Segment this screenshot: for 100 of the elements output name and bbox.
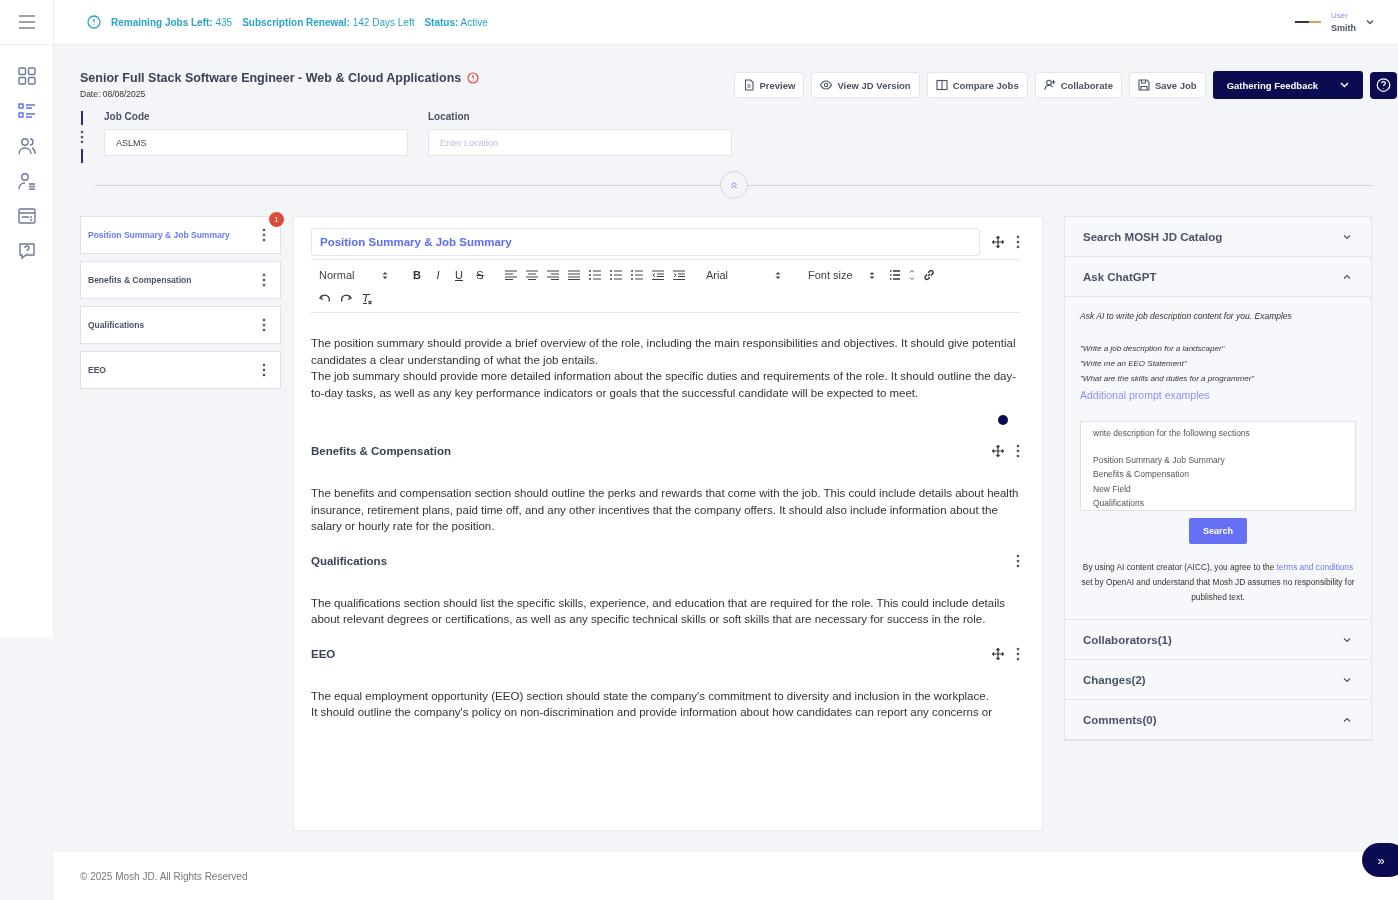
- align-icon[interactable]: [568, 270, 580, 280]
- indent-icon[interactable]: [673, 270, 685, 280]
- format-select[interactable]: Normal: [319, 269, 381, 281]
- users-icon[interactable]: [17, 137, 36, 155]
- document-icon: [742, 79, 755, 91]
- action-button[interactable]: Collaborate: [1034, 72, 1122, 98]
- undo-icon[interactable]: [319, 294, 331, 304]
- section-title: Qualifications: [311, 554, 389, 567]
- columns-icon: [935, 79, 948, 91]
- more-icon[interactable]: [262, 318, 266, 332]
- status-text: Status: Active: [424, 16, 488, 28]
- chevron-down-icon: [1343, 636, 1351, 643]
- double-chevron-up-icon: [730, 181, 738, 189]
- more-icon[interactable]: [262, 363, 266, 377]
- section-text: The position summary should provide a brief overview of the role, including the main responsibilities and objectives. It should give potential candidates a clear understanding of what the job entails.: [311, 336, 1017, 368]
- field-label: Location: [428, 111, 471, 122]
- move-icon[interactable]: [992, 236, 1004, 248]
- user-plus-icon: [1043, 79, 1056, 91]
- list-icon[interactable]: [610, 270, 622, 280]
- disclaimer-text: By using AI content creator (AICC), you agree to the terms and conditions set by OpenAI and understand that Mosh JD assumes no responsibility for published text.: [1080, 561, 1356, 604]
- indent-icon[interactable]: [652, 270, 664, 280]
- expand-button[interactable]: »: [1362, 843, 1398, 877]
- move-icon[interactable]: [992, 445, 1004, 457]
- align-icon[interactable]: [526, 270, 538, 280]
- section-title: Position Summary & Job Summary: [311, 228, 980, 256]
- list-icon[interactable]: [589, 270, 601, 280]
- format-mark-button[interactable]: S: [474, 269, 486, 281]
- status-dot: [998, 415, 1008, 425]
- align-icon[interactable]: [505, 270, 517, 280]
- help-button[interactable]: [1370, 71, 1397, 99]
- copyright-text: © 2025 Mosh JD. All Rights Reserved: [80, 870, 248, 882]
- select-arrows-icon[interactable]: [382, 270, 388, 280]
- section-list-item[interactable]: Qualifications: [80, 306, 281, 344]
- input-field[interactable]: ASLMS: [104, 129, 408, 156]
- action-button[interactable]: Compare Jobs: [926, 72, 1028, 98]
- status-text: Subscription Renewal: 142 Days Left: [242, 16, 415, 28]
- format-mark-button[interactable]: U: [453, 269, 465, 281]
- section-text: The job summary should provide more detailed information about the specific duties and requirements of the role. It should outline the day-to-day tasks, as well as any key performance indicators or goals that the successful candidate will be expected to meet.: [311, 369, 1018, 401]
- more-icon[interactable]: [1016, 553, 1020, 568]
- info-icon: [87, 15, 101, 29]
- redo-icon[interactable]: [340, 294, 352, 304]
- terms-link[interactable]: terms and conditions: [1276, 562, 1354, 572]
- section-title: Benefits & Compensation: [311, 445, 452, 457]
- chevron-down-icon: [1343, 676, 1351, 683]
- font-size-select[interactable]: Font size: [808, 269, 868, 281]
- more-icon[interactable]: [262, 273, 266, 287]
- more-icon[interactable]: [1016, 444, 1020, 458]
- clear-format-icon[interactable]: [361, 293, 373, 305]
- more-icon[interactable]: [1016, 235, 1020, 249]
- help-icon: [1376, 76, 1391, 94]
- section-text: It should outline the company's policy on non-discrimination and provide information about how candidates can report any concerns or: [311, 705, 994, 720]
- format-mark-button[interactable]: B: [411, 269, 423, 281]
- status-text: Remaining Jobs Left: 435: [111, 16, 233, 28]
- status-dropdown-button[interactable]: Gathering Feedback: [1212, 71, 1363, 99]
- action-button[interactable]: Preview: [733, 72, 805, 98]
- section-text: The qualifications section should list the specific skills, experience, and education that are required for the role. This could include details about relevant degrees or certifications, as well as any specific technical skills or soft skills that are necessary for success in the role.: [311, 595, 1006, 627]
- action-button[interactable]: View JD Version: [811, 72, 920, 98]
- list-icon[interactable]: [17, 102, 36, 120]
- section-text: The benefits and compensation section should outline the perks and rewards that come with the job. This could include details about health insurance, retirement plans, paid time off, and any other incentives that the company offers. It should also include information about the salary or hourly rate for the position.: [311, 486, 1020, 534]
- list-icon[interactable]: [631, 270, 643, 280]
- format-mark-button[interactable]: I: [432, 269, 444, 281]
- eye-icon: [820, 79, 833, 91]
- input-field[interactable]: Enter Location: [428, 129, 732, 156]
- list-style-icon[interactable]: [890, 270, 914, 280]
- save-icon: [1137, 79, 1150, 91]
- help-icon[interactable]: [17, 242, 36, 260]
- field-label: Job Code: [104, 111, 151, 122]
- more-icon[interactable]: [262, 228, 266, 242]
- chevron-up-icon: [1343, 273, 1351, 280]
- example-prompt: "Write me an EEO Statement": [1080, 359, 1188, 368]
- align-icon[interactable]: [547, 270, 559, 280]
- section-text: The equal employment opportunity (EEO) section should state the company's commitment to diversity and inclusion in the workplace.: [311, 688, 990, 704]
- notification-badge: 1: [269, 212, 284, 227]
- select-arrows-icon[interactable]: [869, 270, 875, 280]
- chevron-down-icon: [1343, 233, 1351, 240]
- section-list-item[interactable]: Benefits & Compensation: [80, 261, 281, 299]
- more-icon[interactable]: [1016, 646, 1020, 661]
- chat-intro: Ask AI to write job description content for you. Examples: [1080, 311, 1293, 321]
- select-arrows-icon[interactable]: [775, 270, 781, 280]
- example-prompt: "What are the skills and duties for a programmer": [1080, 374, 1256, 383]
- link-icon[interactable]: [923, 269, 935, 281]
- example-prompt: "Write a job description for a landscaper": [1080, 344, 1226, 353]
- grid-icon[interactable]: [17, 67, 36, 85]
- action-button[interactable]: Save Job: [1128, 72, 1206, 98]
- person-list-icon[interactable]: [17, 172, 36, 190]
- section-list-item[interactable]: EEO: [80, 351, 281, 389]
- card-icon[interactable]: [17, 207, 36, 225]
- chevron-up-icon: [1343, 716, 1351, 723]
- logo-drawing: [1295, 20, 1321, 24]
- drag-handle-icon[interactable]: [80, 111, 84, 163]
- move-icon[interactable]: [992, 647, 1004, 660]
- prompt-field[interactable]: write description for the following sections Position Summary & Job Summary Benefits & Compensation New Field Qualifications: [1080, 421, 1356, 511]
- job-title: Senior Full Stack Software Engineer - Web & Cloud Applications: [80, 71, 462, 85]
- job-date: Date: 08/08/2025: [80, 89, 147, 99]
- user-name[interactable]: Smith: [1331, 23, 1356, 33]
- chevron-down-icon[interactable]: [1366, 19, 1374, 25]
- search-button[interactable]: Search: [1189, 518, 1247, 544]
- chevron-down-icon: [1340, 82, 1349, 88]
- alert-icon[interactable]: [467, 72, 480, 84]
- font-select[interactable]: Arial: [706, 269, 774, 281]
